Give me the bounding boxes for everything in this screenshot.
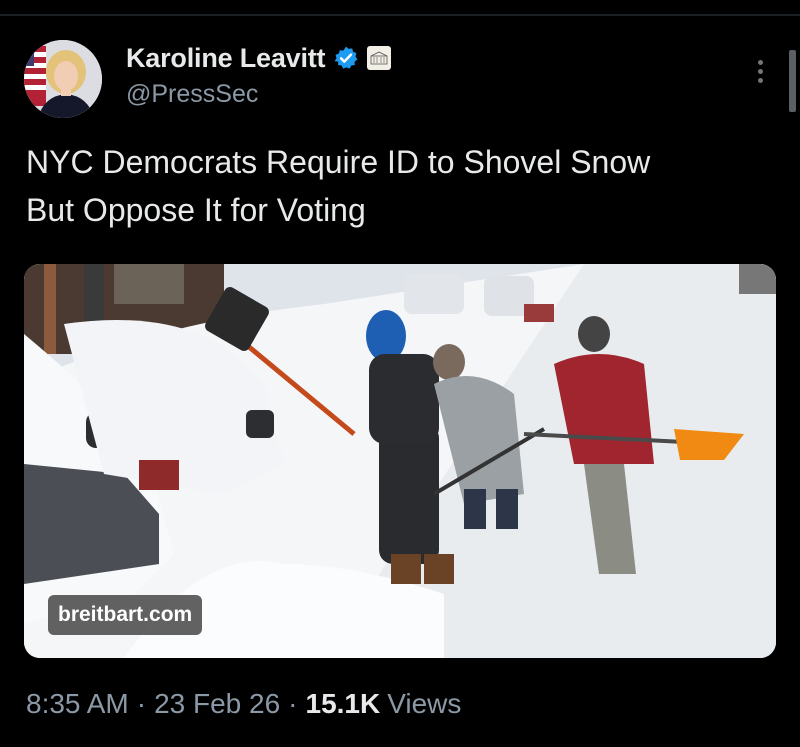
meta-separator: · — [136, 688, 147, 719]
media-source-label[interactable]: breitbart.com — [48, 595, 203, 635]
tweet-text-line: NYC Democrats Require ID to Shovel Snow — [26, 144, 651, 180]
views-count: 15.1K — [305, 688, 381, 719]
scrollbar[interactable] — [789, 50, 796, 112]
tweet-date[interactable]: 23 Feb 26 — [154, 688, 280, 720]
avatar[interactable] — [24, 40, 102, 118]
tweet-text-line: But Oppose It for Voting — [26, 192, 366, 228]
more-options-icon[interactable] — [745, 56, 775, 86]
tweet-text: NYC Democrats Require ID to Shovel Snow … — [26, 138, 776, 234]
author-name-row: Karoline Leavitt — [126, 40, 392, 76]
verified-badge-icon — [333, 45, 359, 71]
author-display-name[interactable]: Karoline Leavitt — [126, 43, 326, 74]
top-divider — [0, 14, 800, 16]
meta-separator: · — [288, 688, 298, 719]
tweet-metadata: 8:35 AM · 23 Feb 26 · 15.1K Views — [26, 688, 461, 720]
tweet-time[interactable]: 8:35 AM — [26, 688, 129, 720]
views-label: Views — [387, 688, 462, 719]
avatar-image — [24, 40, 102, 118]
tweet-media-photo[interactable]: breitbart.com — [24, 264, 776, 658]
author-handle[interactable]: @PressSec — [126, 80, 258, 109]
white-house-badge-icon — [367, 46, 392, 70]
